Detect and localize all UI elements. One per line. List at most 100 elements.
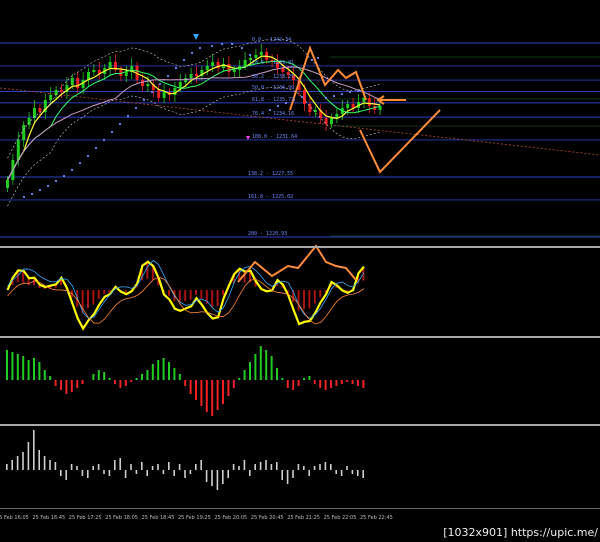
- volume-bar: [135, 470, 138, 474]
- volume-bar: [292, 470, 294, 478]
- ma-fast-line: [6, 55, 381, 181]
- volume-bar: [303, 466, 305, 470]
- candle-body: [146, 84, 150, 86]
- candle-body: [141, 80, 144, 86]
- sar-dot: [94, 146, 98, 150]
- sar-dot: [86, 154, 90, 158]
- macd-bar: [178, 374, 181, 380]
- sar-dot: [174, 66, 178, 70]
- volume-bar: [254, 464, 256, 470]
- macd-bar: [227, 380, 230, 396]
- macd-bar: [76, 380, 79, 388]
- candle-body: [232, 70, 236, 72]
- volume-bar: [313, 466, 316, 470]
- osc-zigzag-annotation: [237, 244, 357, 283]
- stoch-bar: [200, 290, 203, 299]
- volume-bar: [92, 466, 94, 470]
- volume-bar: [184, 470, 186, 478]
- macd-bar: [346, 380, 349, 382]
- volume-bar: [173, 470, 175, 476]
- volume-bar: [216, 470, 219, 490]
- macd-bar: [184, 380, 187, 386]
- time-axis-label: 25 Feb 18:05: [105, 515, 138, 521]
- macd-bar: [33, 358, 35, 380]
- stoch-bar: [146, 261, 149, 279]
- volume-bar: [151, 466, 154, 470]
- sar-dot: [126, 114, 130, 118]
- macd-bar: [357, 380, 359, 386]
- volume-bar: [76, 466, 78, 470]
- sar-dot: [324, 96, 328, 100]
- volume-bar: [195, 464, 197, 470]
- macd-bar: [92, 374, 95, 380]
- stochastic-panel: [6, 259, 365, 331]
- sar-dot: [348, 90, 352, 94]
- fib-label: 0.0 - 1242.34: [252, 37, 292, 43]
- sar-dot: [210, 44, 214, 48]
- volume-bar: [114, 460, 116, 470]
- macd-bar: [97, 370, 100, 380]
- panel-separator: [0, 336, 600, 338]
- fib-label: 50.0 - 1236.99: [252, 85, 295, 92]
- macd-bar: [319, 380, 322, 388]
- volume-bar: [297, 464, 300, 470]
- trend-line: [0, 87, 600, 156]
- volume-bar: [49, 460, 51, 470]
- stoch-bar: [308, 290, 311, 309]
- candle-body: [254, 55, 258, 58]
- candle-body: [49, 95, 53, 100]
- time-axis-label: 25 Feb 21:25: [287, 515, 320, 521]
- candle-body: [124, 72, 128, 76]
- macd-bar: [292, 380, 295, 390]
- macd-bar: [276, 368, 278, 380]
- fib-label: 161.8 - 1225.02: [248, 193, 294, 200]
- macd-bar: [6, 350, 8, 380]
- sar-dot: [22, 195, 26, 199]
- macd-bar: [103, 372, 106, 380]
- time-axis-label: 25 Feb 19:25: [178, 515, 211, 521]
- macd-bar: [27, 360, 30, 380]
- macd-bar: [124, 380, 127, 386]
- volume-bar: [11, 460, 13, 470]
- sar-dot: [310, 58, 314, 62]
- stoch-bar: [87, 290, 89, 309]
- time-axis-line: [0, 508, 600, 509]
- sar-dot: [78, 161, 82, 165]
- macd-bar: [238, 378, 241, 380]
- macd-bar: [308, 376, 311, 380]
- sar-dot: [230, 42, 234, 46]
- volume-bar: [65, 470, 67, 480]
- volume-bar: [249, 470, 251, 476]
- price-chart: [0, 34, 600, 490]
- sar-dot: [166, 74, 170, 78]
- macd-bar: [43, 370, 46, 380]
- volume-bar: [243, 460, 246, 470]
- volume-bar: [22, 452, 24, 470]
- macd-bar: [286, 380, 289, 388]
- macd-bar: [216, 380, 219, 410]
- candle-body: [243, 60, 247, 66]
- sar-dot: [190, 51, 194, 55]
- macd-bar: [270, 356, 273, 380]
- sar-dot: [248, 53, 252, 57]
- volume-bar: [6, 464, 8, 470]
- stoch-bar: [103, 290, 106, 295]
- sar-dot: [38, 188, 42, 192]
- candle-body: [157, 90, 161, 98]
- fib-label: 200 - 1220.93: [248, 231, 288, 237]
- fib-label: 76.4 - 1234.16: [252, 111, 295, 118]
- sar-dot: [276, 104, 280, 108]
- candle-body: [211, 62, 215, 66]
- macd-bar: [11, 352, 14, 380]
- macd-bar: [114, 380, 116, 384]
- volume-bar: [205, 470, 208, 482]
- time-axis-label: 25 Feb 16:45: [32, 515, 66, 521]
- panel-separator: [0, 246, 600, 248]
- macd-bar: [200, 380, 203, 406]
- volume-bar: [33, 430, 35, 470]
- candle-body: [38, 108, 42, 112]
- stoch-bar: [184, 290, 187, 302]
- volume-bar: [146, 470, 148, 476]
- stoch-bar: [97, 290, 100, 299]
- macd-bar: [351, 380, 354, 384]
